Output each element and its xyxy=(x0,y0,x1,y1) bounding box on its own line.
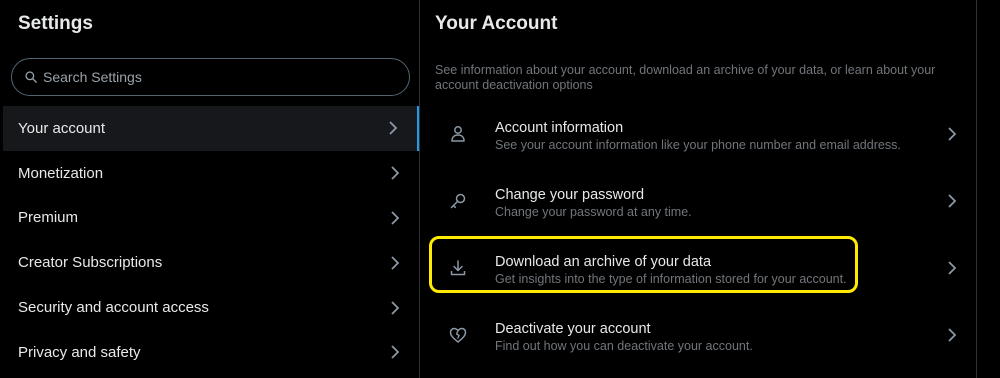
option-subtitle: See your account information like your p… xyxy=(495,138,901,152)
chevron-right-icon xyxy=(948,126,957,141)
nav-item-premium[interactable]: Premium xyxy=(3,196,419,241)
nav-item-label: Your account xyxy=(18,119,106,137)
nav-item-your-account[interactable]: Your account xyxy=(3,106,419,151)
option-subtitle: Get insights into the type of informatio… xyxy=(495,272,847,286)
person-icon xyxy=(451,126,465,142)
option-subtitle: Find out how you can deactivate your acc… xyxy=(495,339,753,353)
chevron-right-icon xyxy=(391,345,400,360)
nav-item-label: Creator Subscriptions xyxy=(18,254,163,272)
chevron-right-icon xyxy=(391,300,400,315)
account-options: Account information See your account inf… xyxy=(420,100,976,368)
option-title: Change your password xyxy=(495,187,645,203)
option-change-password[interactable]: Change your password Change your passwor… xyxy=(420,167,976,234)
chevron-right-icon xyxy=(948,193,957,208)
option-account-information[interactable]: Account information See your account inf… xyxy=(420,100,976,167)
search-input[interactable]: Search Settings xyxy=(11,58,410,96)
app-window: Settings Search Settings Your account Mo… xyxy=(0,0,1000,378)
nav-item-security[interactable]: Security and account access xyxy=(3,285,419,330)
settings-sidebar: Settings Search Settings Your account Mo… xyxy=(3,0,419,378)
page-title: Your Account xyxy=(435,13,558,34)
nav-item-label: Security and account access xyxy=(18,299,209,317)
settings-nav: Your account Monetization Premium Creato… xyxy=(3,106,419,375)
key-icon xyxy=(450,193,466,209)
chevron-right-icon xyxy=(391,211,400,225)
option-download-archive[interactable]: Download an archive of your data Get ins… xyxy=(420,234,976,301)
settings-title: Settings xyxy=(18,13,93,34)
account-panel: Your Account See information about your … xyxy=(420,0,976,378)
nav-item-monetization[interactable]: Monetization xyxy=(3,151,419,196)
search-placeholder: Search Settings xyxy=(43,69,142,85)
nav-item-label: Monetization xyxy=(18,164,104,182)
search-icon xyxy=(25,71,37,83)
nav-item-label: Premium xyxy=(18,209,79,227)
nav-item-creator-subscriptions[interactable]: Creator Subscriptions xyxy=(3,240,419,285)
chevron-right-icon xyxy=(391,166,400,180)
chevron-right-icon xyxy=(948,260,957,275)
nav-item-label: Privacy and safety xyxy=(18,343,141,361)
broken-heart-icon xyxy=(449,327,467,343)
option-title: Account information xyxy=(495,120,624,136)
option-subtitle: Change your password at any time. xyxy=(495,205,692,219)
column-divider xyxy=(976,0,977,378)
nav-item-privacy[interactable]: Privacy and safety xyxy=(3,330,419,375)
page-description: See information about your account, down… xyxy=(435,63,936,92)
chevron-right-icon xyxy=(948,327,957,342)
option-title: Download an archive of your data xyxy=(495,254,712,270)
chevron-right-icon xyxy=(391,256,400,270)
option-deactivate-account[interactable]: Deactivate your account Find out how you… xyxy=(420,301,976,368)
download-icon xyxy=(450,260,466,276)
option-title: Deactivate your account xyxy=(495,321,651,337)
chevron-right-icon xyxy=(389,121,398,136)
